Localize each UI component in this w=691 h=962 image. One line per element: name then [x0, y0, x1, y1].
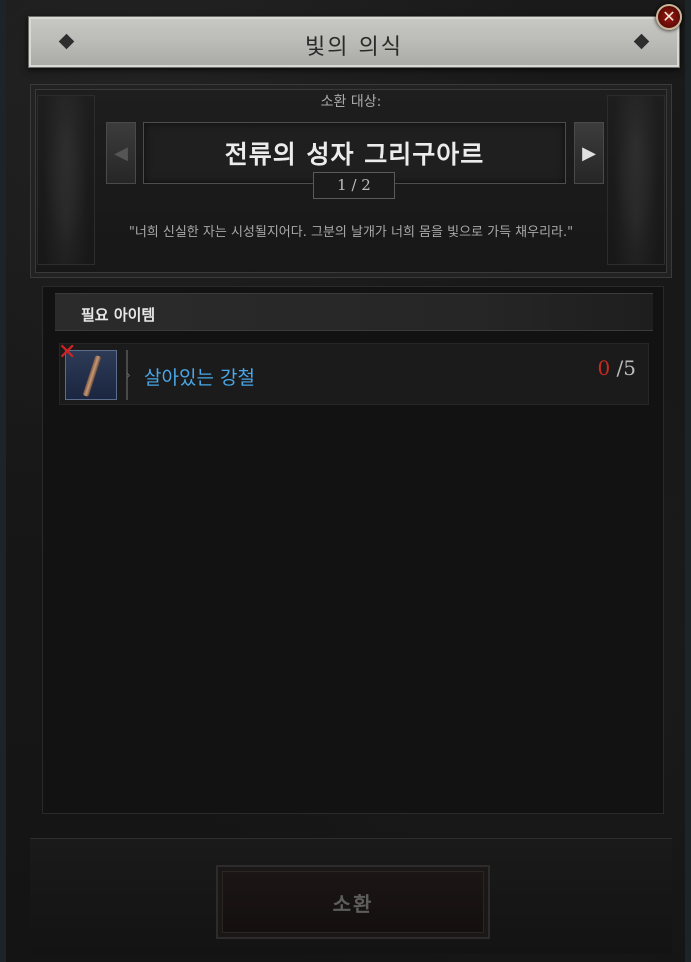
x-mark-icon: ✕: [58, 340, 77, 365]
list-item[interactable]: ✕ › 살아있는 강철 0 /5: [58, 340, 649, 405]
item-count: 0 /5: [597, 356, 636, 380]
summon-target-panel: 소환 대상: ◀ 전류의 성자 그리구아르 ▶ 1 / 2 "너희 신실한 자는…: [30, 84, 672, 278]
caret-right-icon: ›: [126, 368, 131, 382]
close-icon: ✕: [662, 7, 676, 26]
required-items-header: 필요 아이템: [55, 293, 653, 331]
page-indicator: 1 / 2: [313, 172, 395, 199]
required-items-panel: 필요 아이템 ✕ › 살아있는 강철 0 /5: [42, 286, 664, 814]
steel-rod-icon: [82, 355, 102, 397]
next-target-button[interactable]: ▶: [574, 122, 604, 184]
prev-target-button[interactable]: ◀: [106, 122, 136, 184]
summon-button[interactable]: 소환: [216, 865, 490, 939]
item-have-count: 0: [597, 356, 611, 380]
summon-target-label: 소환 대상:: [320, 94, 382, 110]
target-quote: "너희 신실한 자는 시성될지어다. 그분의 날개가 너희 몸을 빛으로 가득 …: [128, 225, 574, 240]
ritual-window: 빛의 의식 ✕ 소환 대상: ◀ 전류의 성자 그리구아르 ▶ 1 / 2 "너…: [0, 0, 691, 962]
arrow-left-icon: ◀: [114, 142, 128, 164]
item-name: 살아있는 강철: [144, 367, 255, 389]
title-bar: 빛의 의식: [28, 16, 680, 68]
action-bar: 소환: [30, 838, 672, 954]
arrow-right-icon: ▶: [582, 142, 596, 164]
required-items-title: 필요 아이템: [81, 306, 156, 324]
close-button[interactable]: ✕: [656, 4, 682, 30]
window-title: 빛의 의식: [305, 35, 403, 60]
item-need-count: /5: [616, 356, 636, 380]
target-name: 전류의 성자 그리구아르: [224, 140, 485, 169]
